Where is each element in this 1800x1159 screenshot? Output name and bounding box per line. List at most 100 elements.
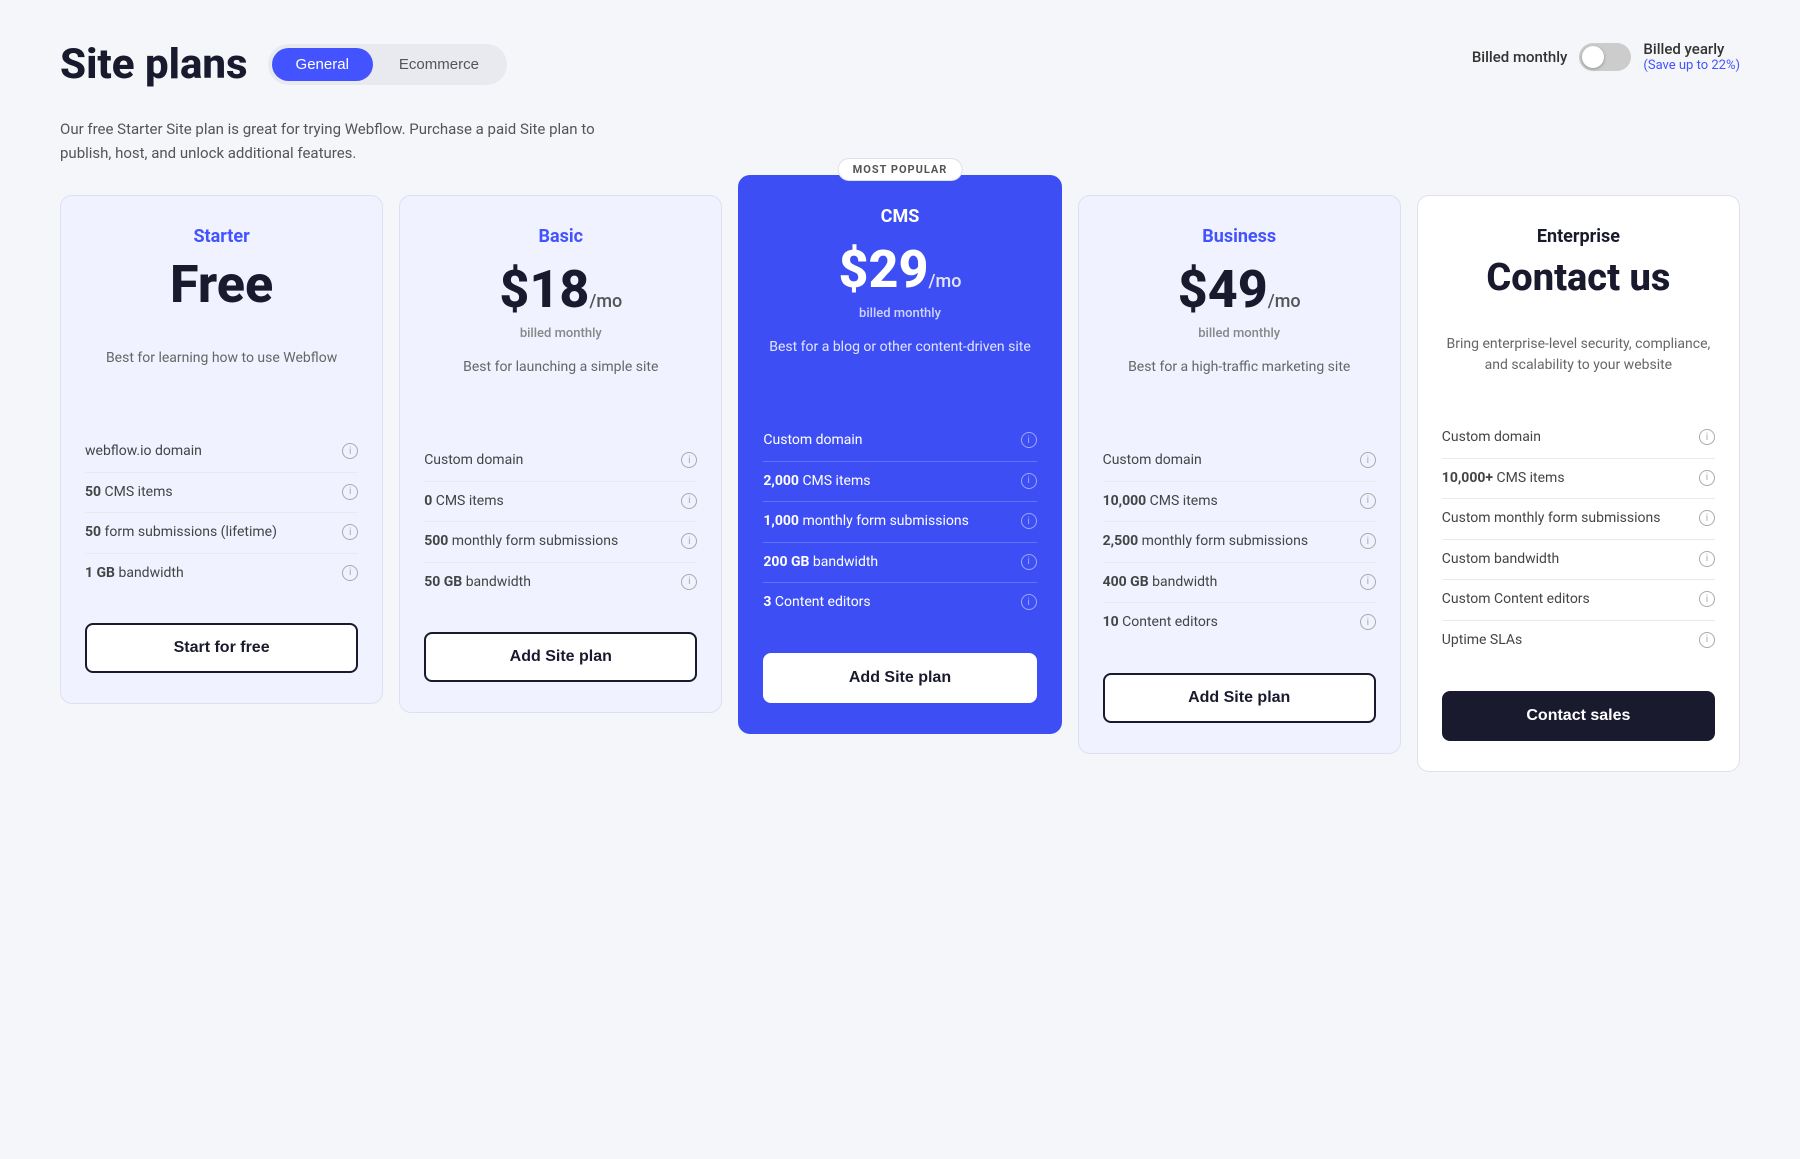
feature-item: Custom domain i xyxy=(763,421,1036,461)
feature-text: 400 GB bandwidth xyxy=(1103,573,1352,593)
info-icon[interactable]: i xyxy=(1699,429,1715,445)
billing-save-label: (Save up to 22%) xyxy=(1643,58,1740,73)
plan-desc-business: Best for a high-traffic marketing site xyxy=(1103,357,1376,417)
feature-item: Custom domain i xyxy=(424,441,697,481)
feature-text: Custom monthly form submissions xyxy=(1442,509,1691,529)
feature-text: Custom domain xyxy=(424,451,673,471)
plan-desc-enterprise: Bring enterprise-level security, complia… xyxy=(1442,334,1715,394)
feature-item: 50 form submissions (lifetime) i xyxy=(85,512,358,553)
plan-card-basic: Basic $18/mo billed monthly Best for lau… xyxy=(399,195,722,713)
plan-desc-starter: Best for learning how to use Webflow xyxy=(85,348,358,408)
info-icon[interactable]: i xyxy=(1699,470,1715,486)
plan-price-business: $49/mo xyxy=(1103,259,1376,320)
feature-item: 500 monthly form submissions i xyxy=(424,521,697,562)
feature-item: 200 GB bandwidth i xyxy=(763,542,1036,583)
info-icon[interactable]: i xyxy=(1360,574,1376,590)
plan-name-enterprise: Enterprise xyxy=(1442,226,1715,247)
feature-text: 200 GB bandwidth xyxy=(763,553,1012,573)
feature-text: 2,500 monthly form submissions xyxy=(1103,532,1352,552)
plan-btn-basic[interactable]: Add Site plan xyxy=(424,632,697,682)
info-icon[interactable]: i xyxy=(1699,551,1715,567)
feature-text: 1,000 monthly form submissions xyxy=(763,512,1012,532)
feature-text: Custom domain xyxy=(1103,451,1352,471)
feature-text: 50 CMS items xyxy=(85,483,334,503)
info-icon[interactable]: i xyxy=(1360,493,1376,509)
feature-item: Custom domain i xyxy=(1103,441,1376,481)
plan-price-starter: Free xyxy=(85,259,358,311)
feature-text: Custom domain xyxy=(1442,428,1691,448)
plan-price-enterprise: Contact us xyxy=(1442,259,1715,297)
features-basic: Custom domain i 0 CMS items i 500 monthl… xyxy=(424,441,697,602)
plan-btn-business[interactable]: Add Site plan xyxy=(1103,673,1376,723)
info-icon[interactable]: i xyxy=(1021,594,1037,610)
feature-item: webflow.io domain i xyxy=(85,432,358,472)
plan-name-business: Business xyxy=(1103,226,1376,247)
billing-toggle[interactable] xyxy=(1579,43,1631,71)
plan-card-cms: MOST POPULAR CMS $29/mo billed monthly B… xyxy=(738,175,1061,734)
info-icon[interactable]: i xyxy=(1021,432,1037,448)
feature-item: 3 Content editors i xyxy=(763,582,1036,623)
page-title: Site plans xyxy=(60,40,248,89)
feature-text: Custom domain xyxy=(763,431,1012,451)
feature-text: 50 form submissions (lifetime) xyxy=(85,523,334,543)
page-subtitle: Our free Starter Site plan is great for … xyxy=(60,117,620,165)
info-icon[interactable]: i xyxy=(681,533,697,549)
feature-text: Custom Content editors xyxy=(1442,590,1691,610)
plan-desc-cms: Best for a blog or other content-driven … xyxy=(763,337,1036,397)
features-enterprise: Custom domain i 10,000+ CMS items i Cust… xyxy=(1442,418,1715,661)
plan-card-starter: Starter Free Best for learning how to us… xyxy=(60,195,383,704)
feature-text: 1 GB bandwidth xyxy=(85,564,334,584)
info-icon[interactable]: i xyxy=(681,493,697,509)
info-icon[interactable]: i xyxy=(1021,554,1037,570)
info-icon[interactable]: i xyxy=(342,484,358,500)
info-icon[interactable]: i xyxy=(1360,452,1376,468)
features-cms: Custom domain i 2,000 CMS items i 1,000 … xyxy=(763,421,1036,623)
feature-item: 2,000 CMS items i xyxy=(763,461,1036,502)
plan-price-basic: $18/mo xyxy=(424,259,697,320)
feature-text: 0 CMS items xyxy=(424,492,673,512)
feature-item: Uptime SLAs i xyxy=(1442,620,1715,661)
feature-item: Custom Content editors i xyxy=(1442,579,1715,620)
info-icon[interactable]: i xyxy=(1699,591,1715,607)
info-icon[interactable]: i xyxy=(681,574,697,590)
info-icon[interactable]: i xyxy=(342,524,358,540)
tab-group: General Ecommerce xyxy=(268,44,507,85)
billing-monthly-label: Billed monthly xyxy=(1472,48,1568,66)
feature-text: 10,000 CMS items xyxy=(1103,492,1352,512)
plan-card-business: Business $49/mo billed monthly Best for … xyxy=(1078,195,1401,754)
info-icon[interactable]: i xyxy=(1699,510,1715,526)
features-starter: webflow.io domain i 50 CMS items i 50 fo… xyxy=(85,432,358,593)
feature-text: 2,000 CMS items xyxy=(763,472,1012,492)
feature-item: 1 GB bandwidth i xyxy=(85,553,358,594)
feature-text: webflow.io domain xyxy=(85,442,334,462)
feature-item: 50 GB bandwidth i xyxy=(424,562,697,603)
most-popular-badge: MOST POPULAR xyxy=(838,158,963,181)
feature-item: 0 CMS items i xyxy=(424,481,697,522)
billing-yearly-group: Billed yearly (Save up to 22%) xyxy=(1643,40,1740,73)
tab-general[interactable]: General xyxy=(272,48,373,81)
feature-item: 50 CMS items i xyxy=(85,472,358,513)
tab-ecommerce[interactable]: Ecommerce xyxy=(375,48,503,81)
feature-item: 400 GB bandwidth i xyxy=(1103,562,1376,603)
plan-billed-enterprise xyxy=(1442,303,1715,318)
info-icon[interactable]: i xyxy=(681,452,697,468)
plan-billed-starter xyxy=(85,317,358,332)
plan-btn-starter[interactable]: Start for free xyxy=(85,623,358,673)
plan-btn-enterprise[interactable]: Contact sales xyxy=(1442,691,1715,741)
info-icon[interactable]: i xyxy=(342,565,358,581)
plan-name-cms: CMS xyxy=(763,206,1036,227)
plans-grid: Starter Free Best for learning how to us… xyxy=(60,195,1740,772)
feature-item: Custom monthly form submissions i xyxy=(1442,498,1715,539)
features-business: Custom domain i 10,000 CMS items i 2,500… xyxy=(1103,441,1376,643)
info-icon[interactable]: i xyxy=(1699,632,1715,648)
info-icon[interactable]: i xyxy=(1021,513,1037,529)
plan-name-basic: Basic xyxy=(424,226,697,247)
info-icon[interactable]: i xyxy=(1021,473,1037,489)
info-icon[interactable]: i xyxy=(1360,533,1376,549)
info-icon[interactable]: i xyxy=(342,443,358,459)
feature-item: 10,000+ CMS items i xyxy=(1442,458,1715,499)
info-icon[interactable]: i xyxy=(1360,614,1376,630)
plan-btn-cms[interactable]: Add Site plan xyxy=(763,653,1036,703)
plan-name-starter: Starter xyxy=(85,226,358,247)
plan-billed-cms: billed monthly xyxy=(763,306,1036,321)
